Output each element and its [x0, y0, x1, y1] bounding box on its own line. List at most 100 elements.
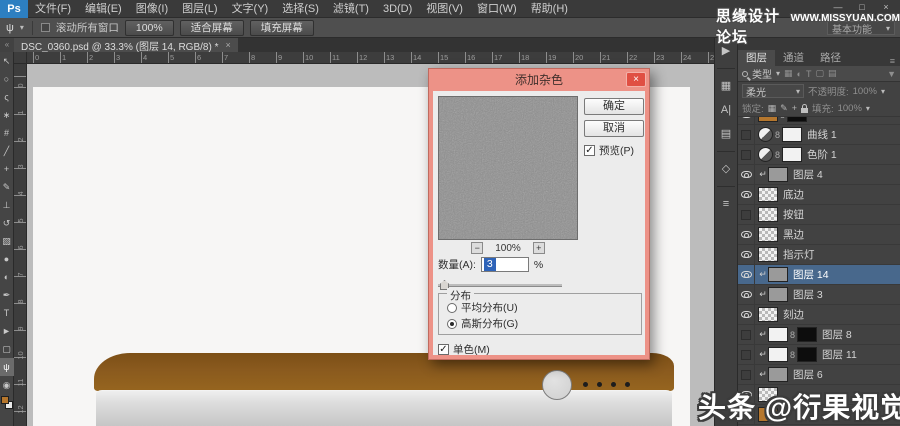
- visibility-toggle[interactable]: [738, 224, 755, 245]
- marquee-tool-icon[interactable]: ○: [0, 70, 14, 88]
- filter-toggle-icon[interactable]: ▼: [887, 69, 896, 79]
- visibility-toggle[interactable]: [738, 244, 755, 265]
- visibility-toggle[interactable]: [738, 184, 755, 205]
- visibility-toggle[interactable]: [738, 264, 755, 285]
- layer-row-色阶 1[interactable]: 8 色阶 1: [738, 144, 900, 165]
- filter-smart-icon[interactable]: ▤: [828, 68, 837, 79]
- layer-row-刻边[interactable]: 刻边: [738, 304, 900, 325]
- tab-paths[interactable]: 路径: [812, 50, 849, 66]
- zoom-tool-icon[interactable]: ◉: [0, 376, 14, 394]
- layer-row-图层 6[interactable]: ↵ 图层 6: [738, 364, 900, 385]
- layer-row-曲线 1[interactable]: 8 曲线 1: [738, 124, 900, 145]
- menu-type[interactable]: 文字(Y): [225, 0, 276, 18]
- monochromatic-checkbox[interactable]: ✓: [438, 344, 449, 355]
- visibility-toggle[interactable]: [738, 304, 755, 325]
- menu-view[interactable]: 视图(V): [419, 0, 470, 18]
- filter-adjustment-icon[interactable]: ◐: [797, 69, 802, 79]
- hand-tool-icon[interactable]: ψ: [0, 358, 14, 376]
- layer-row-图层 11[interactable]: ↵ 8 图层 11: [738, 344, 900, 365]
- layer-row-图层 3[interactable]: ↵ 图层 3: [738, 284, 900, 305]
- tool-preset-caret-icon[interactable]: ▾: [20, 23, 24, 32]
- vertical-ruler[interactable]: 0 1 2 3 4 5 6 7 8 9 10 11 12: [14, 64, 27, 426]
- zoom-in-button[interactable]: +: [532, 242, 545, 254]
- brush-tool-icon[interactable]: ✎: [0, 178, 14, 196]
- document-tab[interactable]: DSC_0360.psd @ 33.3% (图层 14, RGB/8) * ×: [14, 38, 238, 53]
- tab-channels[interactable]: 通道: [775, 50, 812, 66]
- menu-file[interactable]: 文件(F): [28, 0, 78, 18]
- menu-filter[interactable]: 滤镜(T): [326, 0, 376, 18]
- menu-layer[interactable]: 图层(L): [175, 0, 224, 18]
- filter-shape-icon[interactable]: ▢: [815, 68, 824, 79]
- fit-screen-button[interactable]: 适合屏幕: [179, 19, 244, 36]
- cancel-button[interactable]: 取消: [584, 120, 644, 137]
- dodge-tool-icon[interactable]: ◐: [0, 268, 14, 286]
- filter-kind-label[interactable]: 类型: [752, 66, 772, 81]
- visibility-toggle[interactable]: [738, 164, 755, 185]
- visibility-toggle[interactable]: [738, 144, 755, 165]
- visibility-toggle[interactable]: [738, 324, 755, 345]
- scroll-all-windows-checkbox[interactable]: [40, 23, 50, 32]
- 3d-panel-icon[interactable]: ◇: [722, 162, 730, 176]
- lock-transparency-icon[interactable]: ▦: [768, 103, 777, 114]
- slider-track[interactable]: [438, 284, 562, 287]
- zoom-out-button[interactable]: −: [471, 242, 484, 254]
- dialog-close-button[interactable]: ×: [626, 72, 646, 87]
- shape-tool-icon[interactable]: ▢: [0, 340, 14, 358]
- clone-stamp-tool-icon[interactable]: ⊥: [0, 196, 14, 214]
- menu-edit[interactable]: 编辑(E): [78, 0, 129, 18]
- character-panel-icon[interactable]: A|: [721, 103, 731, 117]
- uniform-radio[interactable]: [447, 302, 457, 313]
- type-tool-icon[interactable]: T: [0, 304, 14, 322]
- tab-close-icon[interactable]: ×: [225, 40, 230, 50]
- zoom-100-button[interactable]: 100%: [124, 19, 174, 36]
- blend-mode-select[interactable]: 柔光 ▾: [742, 84, 804, 99]
- layer-row-图层 4[interactable]: ↵ 图层 4: [738, 164, 900, 185]
- visibility-toggle[interactable]: [738, 284, 755, 305]
- lock-position-icon[interactable]: +: [792, 103, 797, 113]
- visibility-toggle[interactable]: [738, 124, 755, 145]
- gradient-tool-icon[interactable]: ▧: [0, 232, 14, 250]
- collapse-toolbar-icon[interactable]: «: [0, 38, 14, 52]
- fill-screen-button[interactable]: 填充屏幕: [249, 19, 314, 36]
- lasso-tool-icon[interactable]: ς: [0, 88, 14, 106]
- layer-row-partial-0[interactable]: 8: [738, 117, 900, 125]
- menu-image[interactable]: 图像(I): [129, 0, 175, 18]
- filter-type-icon[interactable]: T: [806, 69, 812, 79]
- styles-panel-icon[interactable]: ▤: [721, 127, 731, 141]
- color-swatches[interactable]: [0, 396, 14, 412]
- tab-layers[interactable]: 图层: [738, 50, 775, 66]
- crop-tool-icon[interactable]: #: [0, 124, 14, 142]
- layer-row-黑边[interactable]: 黑边: [738, 224, 900, 245]
- pen-tool-icon[interactable]: ✒: [0, 286, 14, 304]
- menu-window[interactable]: 窗口(W): [470, 0, 524, 18]
- dialog-title[interactable]: 添加杂色: [429, 69, 649, 91]
- layer-row-图层 8[interactable]: ↵ 8 图层 8: [738, 324, 900, 345]
- layer-row-按钮[interactable]: 按钮: [738, 204, 900, 225]
- menu-help[interactable]: 帮助(H): [524, 0, 575, 18]
- adjustments-panel-icon[interactable]: ▦: [721, 79, 731, 93]
- layer-row-指示灯[interactable]: 指示灯: [738, 244, 900, 265]
- properties-panel-icon[interactable]: ≡: [723, 197, 729, 211]
- lock-pixels-icon[interactable]: ✎: [780, 103, 788, 114]
- eyedropper-tool-icon[interactable]: ╱: [0, 142, 14, 160]
- noise-preview-box[interactable]: [438, 96, 578, 240]
- history-brush-tool-icon[interactable]: ↺: [0, 214, 14, 232]
- preview-checkbox[interactable]: ✓: [584, 145, 595, 156]
- fill-value[interactable]: 100%: [838, 103, 862, 114]
- lock-all-icon[interactable]: [800, 103, 808, 113]
- horizontal-ruler[interactable]: 0 1 2 3 4 5 6 7 8 9 10 11 12 13 14 15 16 17 18 19 20 21 22 23 24…: [27, 52, 714, 64]
- visibility-toggle[interactable]: [738, 204, 755, 225]
- gaussian-radio[interactable]: [447, 318, 457, 329]
- foreground-color-swatch[interactable]: [0, 396, 9, 404]
- opacity-value[interactable]: 100%: [853, 86, 877, 97]
- panel-menu-icon[interactable]: ≡: [890, 56, 900, 66]
- ok-button[interactable]: 确定: [584, 98, 644, 115]
- layer-row-底边[interactable]: 底边: [738, 184, 900, 205]
- menu-select[interactable]: 选择(S): [275, 0, 326, 18]
- healing-brush-tool-icon[interactable]: +: [0, 160, 14, 178]
- visibility-toggle[interactable]: [738, 117, 755, 125]
- menu-3d[interactable]: 3D(D): [376, 0, 419, 18]
- visibility-toggle[interactable]: [738, 364, 755, 385]
- amount-input[interactable]: 3: [480, 257, 529, 272]
- magic-wand-tool-icon[interactable]: ∗: [0, 106, 14, 124]
